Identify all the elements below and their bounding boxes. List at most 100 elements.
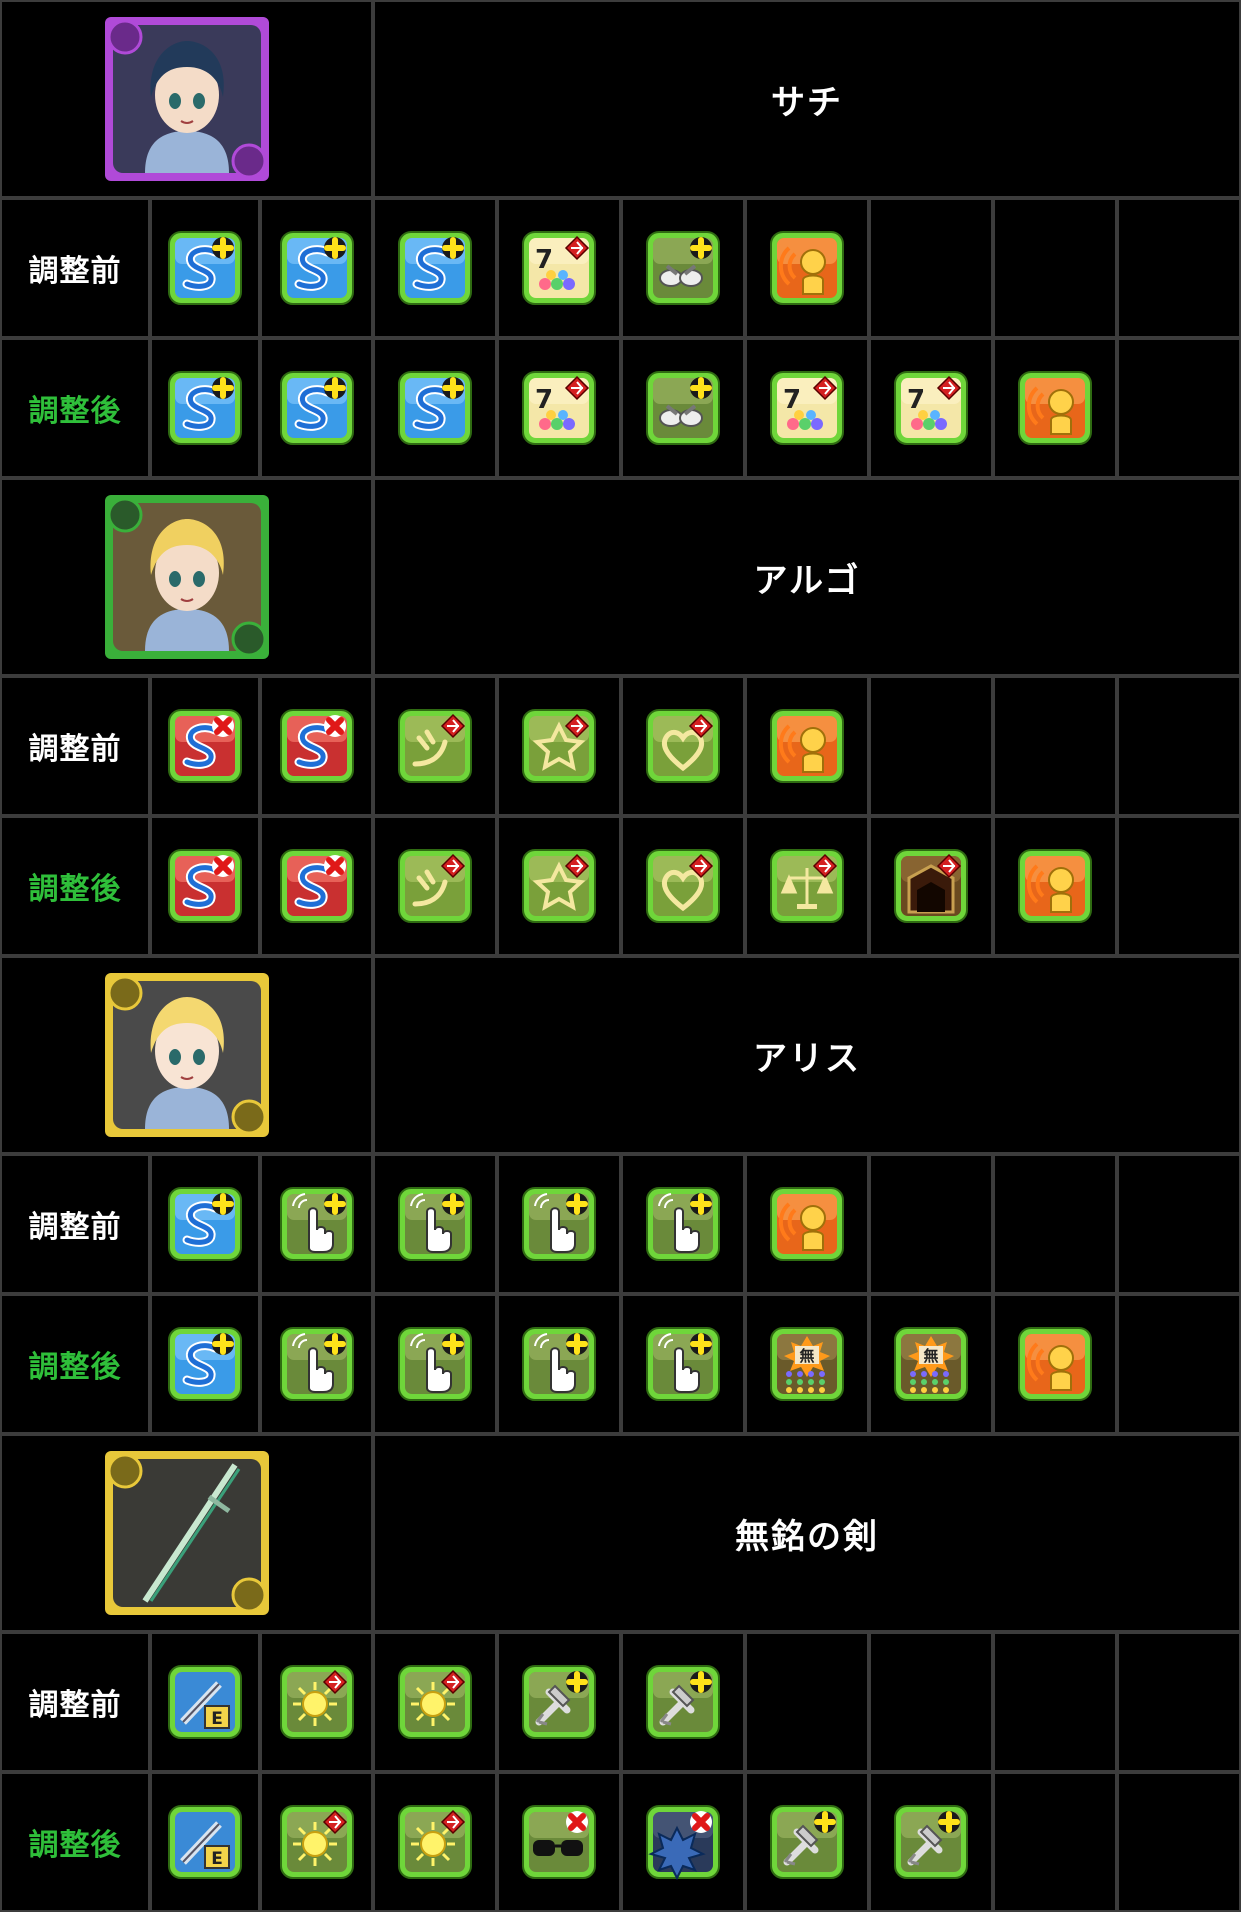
awakening-cell: 7 [497,338,621,478]
after-label-cell: 調整後 [0,1294,150,1434]
awakening-cell [621,1154,745,1294]
character-name-cell: 無銘の剣 [373,1434,1241,1632]
after-adjustment-label: 調整後 [28,394,122,429]
seven-combo-icon: 7 [522,371,596,445]
seven-combo-icon: 7 [522,231,596,305]
before-adjustment-label: 調整前 [28,1688,122,1723]
guard-break-plus-icon [770,1805,844,1879]
svg-text:E: E [211,1849,223,1869]
awakening-cell [497,1772,621,1912]
before-label-cell: 調整前 [0,676,150,816]
svg-text:無: 無 [799,1347,814,1365]
character-name: 無銘の剣 [735,1516,879,1557]
awakening-cell [745,1772,869,1912]
extend-time-plus-icon [279,1327,354,1401]
awakening-cell [745,1154,869,1294]
awakening-cell [150,338,260,478]
before-adjustment-label: 調整前 [28,1210,122,1245]
awakening-cell [497,816,621,956]
svg-text:E: E [211,1709,223,1729]
extend-time-plus-icon [646,1187,720,1261]
awakening-cell [745,816,869,956]
awakening-cell [745,676,869,816]
light-row-plus-icon [279,1805,354,1879]
awakening-cell [497,1294,621,1434]
awakening-cell: 7 [497,198,621,338]
before-adjustment-label: 調整前 [28,732,122,767]
awakening-cell [1117,1154,1241,1294]
no-skyfall-combo-icon: 無 [770,1327,844,1401]
portrait-cell [0,956,373,1154]
awakening-cell [373,1294,497,1434]
after-adjustment-label: 調整後 [28,1828,122,1863]
awakening-cell [260,816,373,956]
awakening-cell [993,816,1117,956]
extend-time-plus-icon [398,1327,472,1401]
voice-awakening-icon [1018,371,1092,445]
character-name: サチ [771,82,843,123]
awakening-cell [260,1154,373,1294]
awakening-cell: 7 [869,338,993,478]
equip-assist-icon: E [168,1805,242,1879]
god-killer-icon [522,709,596,783]
healer-killer-icon [646,709,720,783]
awakening-cell [745,198,869,338]
awakening-cell [993,1154,1117,1294]
awakening-cell [150,1154,260,1294]
extend-time-plus-icon [398,1187,472,1261]
voice-awakening-icon [770,709,844,783]
awakening-cell [993,1294,1117,1434]
bind-resist-plus-icon [646,371,720,445]
light-row-plus-icon [398,1665,472,1739]
awakening-cell [869,676,993,816]
awakening-comparison-table: サチ 調整前 7 調整後 7 7 7 アルゴ 調整前 調整後 アリス 調整前 調整後無無無銘の剣 調整前 E… [0,0,1241,1912]
guard-break-plus-icon [894,1805,968,1879]
awakening-cell [993,1632,1117,1772]
awakening-cell: 無 [869,1294,993,1434]
guard-break-plus-icon [522,1665,596,1739]
after-label-cell: 調整後 [0,816,150,956]
awakening-cell [150,1294,260,1434]
awakening-cell [373,338,497,478]
portrait-cell [0,0,373,198]
awakening-cell [260,676,373,816]
after-label-cell: 調整後 [0,1772,150,1912]
jammer-resist-plus-icon [646,1805,720,1880]
awakening-cell: 無 [745,1294,869,1434]
skill-boost-plus-icon [168,371,242,445]
awakening-cell [1117,1632,1241,1772]
awakening-cell [1117,198,1241,338]
awakening-cell [260,1294,373,1434]
awakening-cell [869,816,993,956]
awakening-cell [497,676,621,816]
awakening-cell [1117,1772,1241,1912]
awakening-cell [260,1632,373,1772]
awakening-cell [260,338,373,478]
awakening-cell [373,198,497,338]
awakening-cell [373,676,497,816]
character-name-cell: サチ [373,0,1241,198]
awakening-cell [621,338,745,478]
before-label-cell: 調整前 [0,1632,150,1772]
healer-killer-icon [646,849,720,923]
awakening-cell [150,816,260,956]
dragon-killer-icon [398,849,472,923]
character-name-cell: アリス [373,956,1241,1154]
skill-delay-resist-icon [168,709,242,783]
light-row-plus-icon [279,1665,354,1739]
awakening-cell [260,198,373,338]
alice-portrait-icon [104,973,269,1137]
skill-boost-plus-icon [279,231,354,305]
awakening-cell [869,1154,993,1294]
god-killer-icon [522,849,596,923]
awakening-cell [993,198,1117,338]
awakening-cell [621,1772,745,1912]
devil-killer-icon [894,849,968,923]
nameless-sword-portrait-icon [104,1451,269,1615]
before-adjustment-label: 調整前 [28,254,122,289]
skill-delay-resist-icon [168,849,242,923]
light-row-plus-icon [398,1805,472,1879]
awakening-cell [497,1154,621,1294]
awakening-cell [993,338,1117,478]
dragon-killer-icon [398,709,472,783]
